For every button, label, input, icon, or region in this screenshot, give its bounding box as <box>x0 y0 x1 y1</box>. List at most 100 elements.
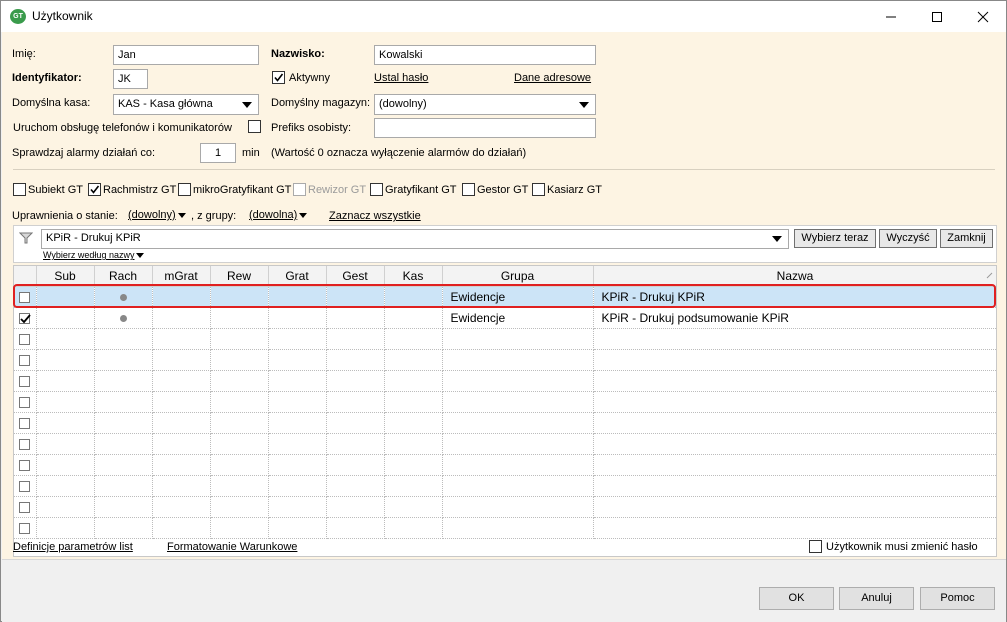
phone-service-checkbox[interactable] <box>248 120 261 133</box>
cell-kas[interactable] <box>384 496 443 518</box>
cell-kas[interactable] <box>384 475 443 497</box>
row-checkbox[interactable] <box>19 501 31 513</box>
cell-grat[interactable] <box>268 349 327 371</box>
row-check-cell[interactable] <box>14 517 37 539</box>
cell-sub[interactable] <box>36 496 95 518</box>
cell-gest[interactable] <box>326 349 385 371</box>
row-check-cell[interactable] <box>14 475 37 497</box>
cell-rew[interactable] <box>210 349 269 371</box>
cell-mgrat[interactable] <box>152 454 211 476</box>
module-gratyfikant-checkbox[interactable] <box>370 183 383 196</box>
cell-rew[interactable] <box>210 286 269 308</box>
cell-sub[interactable] <box>36 286 95 308</box>
cell-sub[interactable] <box>36 370 95 392</box>
cell-rew[interactable] <box>210 307 269 329</box>
row-check-cell[interactable] <box>14 496 37 518</box>
table-row[interactable] <box>14 370 996 392</box>
cell-gest[interactable] <box>326 370 385 392</box>
close-window-button[interactable] <box>960 1 1006 32</box>
filter-mode-dropdown[interactable]: Wybierz według nazwy <box>43 250 145 260</box>
cancel-button[interactable]: Anuluj <box>839 587 914 610</box>
row-check-cell[interactable] <box>14 412 37 434</box>
cell-sub[interactable] <box>36 349 95 371</box>
cell-grat[interactable] <box>268 370 327 392</box>
cell-kas[interactable] <box>384 454 443 476</box>
cell-rew[interactable] <box>210 475 269 497</box>
cell-kas[interactable] <box>384 328 443 350</box>
cell-rew[interactable] <box>210 412 269 434</box>
cell-mgrat[interactable] <box>152 328 211 350</box>
cell-kas[interactable] <box>384 349 443 371</box>
cell-kas[interactable] <box>384 307 443 329</box>
cell-sub[interactable] <box>36 307 95 329</box>
cell-gest[interactable] <box>326 412 385 434</box>
last-name-field[interactable]: Kowalski <box>374 45 596 65</box>
table-row[interactable] <box>14 496 996 518</box>
cell-sub[interactable] <box>36 475 95 497</box>
cell-rach[interactable] <box>94 454 153 476</box>
default-warehouse-select[interactable]: (dowolny) <box>374 94 596 115</box>
row-check-cell[interactable] <box>14 433 37 455</box>
cell-grat[interactable] <box>268 433 327 455</box>
cell-grat[interactable] <box>268 517 327 539</box>
module-rachmistrz-checkbox[interactable] <box>88 183 101 196</box>
address-data-link[interactable]: Dane adresowe <box>514 72 591 84</box>
active-checkbox[interactable] <box>272 71 285 84</box>
cell-gest[interactable] <box>326 454 385 476</box>
cell-rach[interactable] <box>94 433 153 455</box>
cell-mgrat[interactable] <box>152 496 211 518</box>
conditional-format-link[interactable]: Formatowanie Warunkowe <box>167 541 297 553</box>
cell-mgrat[interactable] <box>152 370 211 392</box>
cell-sub[interactable] <box>36 454 95 476</box>
identifier-field[interactable]: JK <box>113 69 148 89</box>
cell-grat[interactable] <box>268 307 327 329</box>
table-row[interactable] <box>14 433 996 455</box>
cell-rew[interactable] <box>210 328 269 350</box>
row-checkbox[interactable] <box>19 312 31 324</box>
first-name-field[interactable]: Jan <box>113 45 259 65</box>
cell-kas[interactable] <box>384 370 443 392</box>
cell-rach[interactable] <box>94 307 153 329</box>
cell-sub[interactable] <box>36 433 95 455</box>
cell-rew[interactable] <box>210 517 269 539</box>
list-params-link[interactable]: Definicje parametrów list <box>13 541 133 553</box>
cell-rach[interactable] <box>94 475 153 497</box>
column-header-rew[interactable]: Rew <box>210 266 269 287</box>
cell-sub[interactable] <box>36 412 95 434</box>
cell-kas[interactable] <box>384 433 443 455</box>
cell-rach[interactable] <box>94 286 153 308</box>
cell-rach[interactable] <box>94 496 153 518</box>
personal-prefix-field[interactable] <box>374 118 596 138</box>
default-cash-select[interactable]: KAS - Kasa główna <box>113 94 259 115</box>
cell-kas[interactable] <box>384 391 443 413</box>
row-checkbox[interactable] <box>19 354 31 366</box>
table-row[interactable] <box>14 454 996 476</box>
minimize-button[interactable] <box>868 1 914 32</box>
cell-rew[interactable] <box>210 454 269 476</box>
row-check-cell[interactable] <box>14 286 37 308</box>
permission-state-dropdown[interactable]: (dowolny) <box>128 209 186 221</box>
cell-grat[interactable] <box>268 454 327 476</box>
cell-mgrat[interactable] <box>152 517 211 539</box>
table-row[interactable] <box>14 412 996 434</box>
column-header-nazwa[interactable]: Nazwa <box>593 266 996 287</box>
choose-now-button[interactable]: Wybierz teraz <box>794 229 876 248</box>
column-header-kas[interactable]: Kas <box>384 266 443 287</box>
row-checkbox[interactable] <box>19 417 31 429</box>
cell-gest[interactable] <box>326 391 385 413</box>
cell-rach[interactable] <box>94 517 153 539</box>
cell-rew[interactable] <box>210 496 269 518</box>
cell-kas[interactable] <box>384 412 443 434</box>
cell-rach[interactable] <box>94 370 153 392</box>
column-header-mgrat[interactable]: mGrat <box>152 266 211 287</box>
name-filter-select[interactable]: KPiR - Drukuj KPiR <box>41 229 789 249</box>
column-header-gest[interactable]: Gest <box>326 266 385 287</box>
column-header-check[interactable] <box>14 266 37 287</box>
row-checkbox[interactable] <box>19 396 31 408</box>
filter-funnel-icon[interactable] <box>19 231 33 245</box>
row-checkbox[interactable] <box>19 438 31 450</box>
cell-gest[interactable] <box>326 286 385 308</box>
cell-grat[interactable] <box>268 475 327 497</box>
cell-rach[interactable] <box>94 349 153 371</box>
column-header-sub[interactable]: Sub <box>36 266 95 287</box>
